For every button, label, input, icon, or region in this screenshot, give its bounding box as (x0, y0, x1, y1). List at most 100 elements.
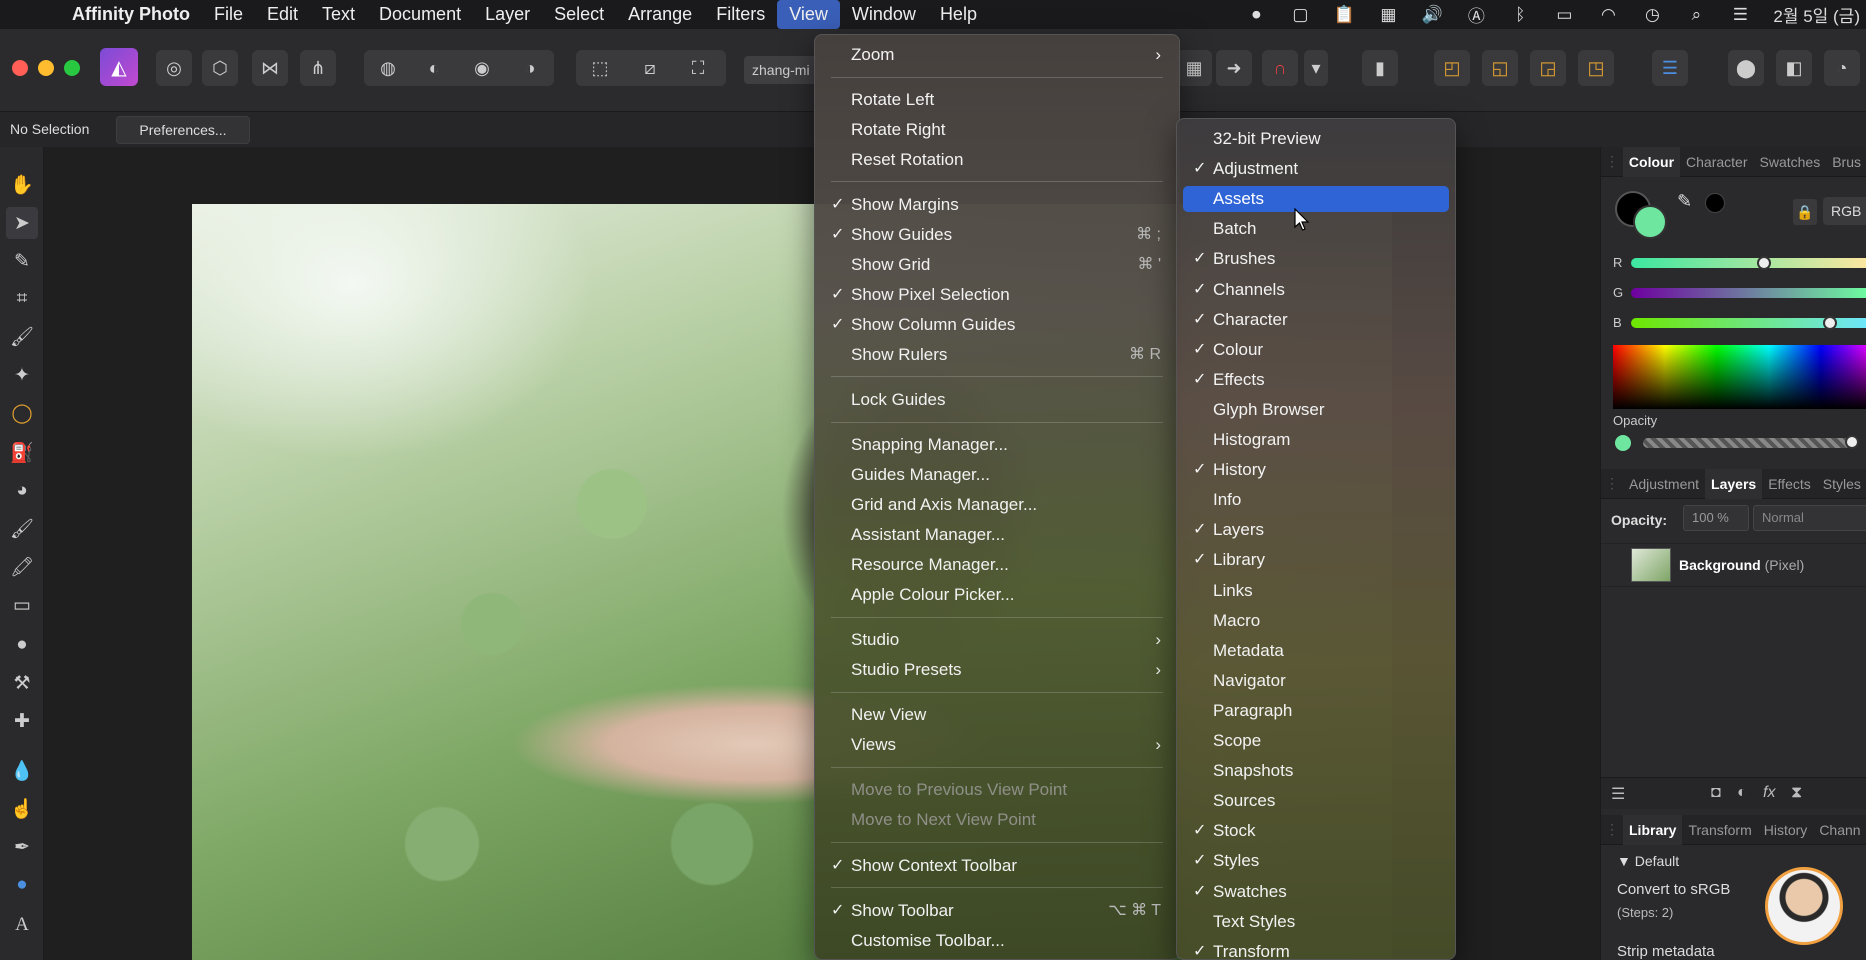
menu-item-snapping-manager[interactable]: Snapping Manager... (821, 432, 1173, 458)
menu-item-apple-colour-picker[interactable]: Apple Colour Picker... (821, 582, 1173, 608)
move-forward-icon[interactable]: ◲ (1530, 50, 1566, 86)
studio-item-scope[interactable]: Scope (1183, 728, 1449, 754)
menu-item-show-grid[interactable]: Show Grid ⌘ ' (821, 252, 1173, 278)
marquee-select-icon[interactable]: ⬚ (582, 50, 618, 86)
menu-item-customise-toolbar[interactable]: Customise Toolbar... (821, 928, 1173, 954)
align-icon[interactable]: ☰ (1652, 50, 1688, 86)
paint-brush-tool-icon[interactable]: 🖌 (6, 513, 38, 545)
menu-item-rotate-right[interactable]: Rotate Right (821, 117, 1173, 143)
studio-item-colour[interactable]: ✓ Colour (1183, 337, 1449, 363)
menu-item-show-column-guides[interactable]: ✓ Show Column Guides (821, 312, 1173, 338)
menu-item-assistant-manager[interactable]: Assistant Manager... (821, 522, 1173, 548)
menu-text[interactable]: Text (310, 0, 367, 29)
document-name[interactable]: zhang-mi (744, 56, 818, 84)
studio-item-metadata[interactable]: Metadata (1183, 638, 1449, 664)
picked-colour-swatch[interactable] (1705, 193, 1725, 213)
studio-item-effects[interactable]: ✓ Effects (1183, 367, 1449, 393)
fx-icon[interactable]: fx (1763, 784, 1775, 802)
studio-item-navigator[interactable]: Navigator (1183, 668, 1449, 694)
invert-selection-icon[interactable]: ⛶ (680, 50, 716, 86)
menu-item-rotate-left[interactable]: Rotate Left (821, 87, 1173, 113)
tab-adjustment[interactable]: Adjustment (1623, 476, 1705, 492)
deselect-icon[interactable]: ⧄ (632, 50, 668, 86)
colour-wheel-icon[interactable]: ◉ (464, 50, 500, 86)
dodge-tool-icon[interactable]: ● (6, 629, 38, 661)
studio-item-stock[interactable]: ✓ Stock (1183, 818, 1449, 844)
white-balance-icon[interactable]: ◑ (512, 50, 548, 86)
red-slider-handle[interactable] (1757, 256, 1771, 270)
snapping-dropdown-icon[interactable]: ▾ (1304, 50, 1328, 86)
menu-edit[interactable]: Edit (255, 0, 310, 29)
layer-row[interactable]: Background (Pixel) (1601, 543, 1866, 587)
menu-help[interactable]: Help (928, 0, 989, 29)
studio-item-snapshots[interactable]: Snapshots (1183, 758, 1449, 784)
snapping-magnet-icon[interactable]: ∩ (1262, 50, 1298, 86)
colour-mode-select[interactable]: RGB (1823, 197, 1866, 225)
library-group-default[interactable]: ▼ Default (1617, 853, 1679, 869)
menu-item-grid-axis-manager[interactable]: Grid and Axis Manager... (821, 492, 1173, 518)
boolean-subtract-icon[interactable]: ◧ (1776, 50, 1812, 86)
tab-channels[interactable]: Chann (1813, 822, 1866, 838)
menu-item-show-toolbar[interactable]: ✓ Show Toolbar ⌥ ⌘ T (821, 898, 1173, 924)
contrast-icon[interactable]: ◐ (416, 50, 452, 86)
zoom-window-button[interactable] (64, 60, 80, 76)
volume-icon[interactable]: 🔊 (1421, 5, 1443, 25)
layer-opacity-field[interactable]: 100 % (1683, 505, 1749, 531)
menu-filters[interactable]: Filters (704, 0, 777, 29)
studio-item-assets[interactable]: Assets (1183, 186, 1449, 213)
move-backward-icon[interactable]: ◱ (1482, 50, 1518, 86)
menu-layer[interactable]: Layer (473, 0, 542, 29)
eyedropper-icon[interactable]: ✎ (1677, 191, 1692, 212)
menu-item-resource-manager[interactable]: Resource Manager... (821, 552, 1173, 578)
export-persona-icon[interactable]: ⋔ (300, 50, 336, 86)
tab-history[interactable]: History (1758, 822, 1814, 838)
lock-icon[interactable]: 🔒 (1793, 199, 1817, 225)
studio-item-adjustment[interactable]: ✓ Adjustment (1183, 156, 1449, 182)
move-back-icon[interactable]: ◰ (1434, 50, 1470, 86)
menu-item-guides-manager[interactable]: Guides Manager... (821, 462, 1173, 488)
menu-app-name[interactable]: Affinity Photo (60, 0, 202, 29)
move-tool-icon[interactable]: ➤ (6, 207, 38, 239)
levels-icon[interactable]: ◍ (370, 50, 406, 86)
panel-grip-icon[interactable]: ⋮ (1601, 821, 1623, 838)
tab-styles[interactable]: Styles (1817, 476, 1866, 492)
studio-item-links[interactable]: Links (1183, 578, 1449, 604)
clone-tool-icon[interactable]: ⚒ (6, 667, 38, 699)
smudge-tool-icon[interactable]: ☝ (6, 793, 38, 825)
menu-window[interactable]: Window (840, 0, 928, 29)
crop-tool-icon[interactable]: ⌗ (6, 283, 38, 315)
preferences-button[interactable]: Preferences... (116, 116, 250, 144)
menu-item-show-guides[interactable]: ✓ Show Guides ⌘ ; (821, 222, 1173, 248)
colour-spectrum[interactable] (1613, 345, 1866, 409)
green-slider[interactable] (1631, 288, 1866, 298)
tab-colour[interactable]: Colour (1622, 146, 1681, 177)
record-icon[interactable]: ⏺ (1245, 5, 1267, 25)
close-window-button[interactable] (12, 60, 28, 76)
studio-item-histogram[interactable]: Histogram (1183, 427, 1449, 453)
tab-transform[interactable]: Transform (1682, 822, 1757, 838)
develop-persona-icon[interactable]: ⋈ (252, 50, 288, 86)
studio-item-character[interactable]: ✓ Character (1183, 307, 1449, 333)
menu-item-views[interactable]: Views › (821, 732, 1173, 758)
menu-item-studio[interactable]: Studio › (821, 627, 1173, 653)
studio-item-history[interactable]: ✓ History (1183, 457, 1449, 483)
fill-colour-swatch[interactable] (1633, 205, 1667, 239)
studio-item-info[interactable]: Info (1183, 487, 1449, 513)
menu-item-show-margins[interactable]: ✓ Show Margins (821, 192, 1173, 218)
erase-tool-icon[interactable]: ▭ (6, 589, 38, 621)
healing-tool-icon[interactable]: ✚ (6, 705, 38, 737)
minimize-window-button[interactable] (38, 60, 54, 76)
blur-tool-icon[interactable]: 💧 (6, 755, 38, 787)
studio-item-layers[interactable]: ✓ Layers (1183, 517, 1449, 543)
studio-item-library[interactable]: ✓ Library (1183, 547, 1449, 573)
shape-tool-icon[interactable]: ● (6, 869, 38, 901)
assistant-icon[interactable]: ▮ (1362, 50, 1398, 86)
menu-item-reset-rotation[interactable]: Reset Rotation (821, 147, 1173, 173)
studio-item-macro[interactable]: Macro (1183, 608, 1449, 634)
studio-item-swatches[interactable]: ✓ Swatches (1183, 879, 1449, 905)
hand-tool-icon[interactable]: ✋ (6, 169, 38, 201)
boolean-intersect-icon[interactable]: ◔ (1824, 50, 1860, 86)
flood-fill-tool-icon[interactable]: ⛽ (6, 437, 38, 469)
liquify-persona-icon[interactable]: ⬡ (202, 50, 238, 86)
studio-item-brushes[interactable]: ✓ Brushes (1183, 246, 1449, 272)
